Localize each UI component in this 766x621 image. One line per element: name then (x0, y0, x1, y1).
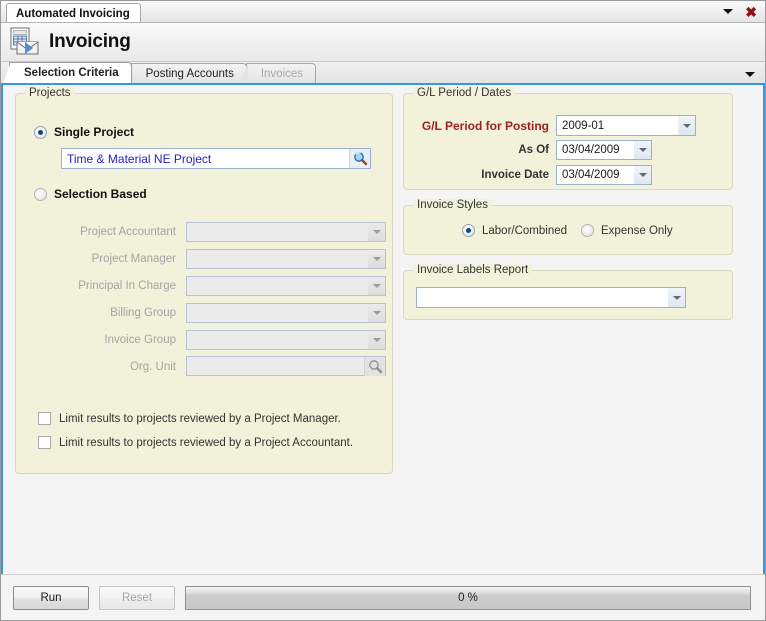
window-tab-label: Automated Invoicing (16, 8, 130, 20)
invoice-labels-report-groupbox: Invoice Labels Report (403, 264, 733, 320)
radio-expense-only-indicator[interactable] (581, 224, 594, 237)
chevron-down-icon (368, 277, 385, 295)
gl-period-dates-groupbox: G/L Period / Dates G/L Period for Postin… (403, 87, 733, 190)
tab-posting-accounts[interactable]: Posting Accounts (124, 63, 247, 83)
gl-period-group-title: G/L Period / Dates (413, 87, 516, 99)
radio-labor-combined-label: Labor/Combined (482, 224, 568, 237)
application-window: Automated Invoicing ✖ Invoicing Selectio… (0, 0, 766, 621)
radio-labor-combined-indicator[interactable] (462, 224, 475, 237)
combo-principal-in-charge (186, 276, 386, 296)
radio-selection-based[interactable]: Selection Based (34, 187, 147, 201)
tab-label: Posting Accounts (145, 68, 234, 80)
chevron-down-icon (368, 331, 385, 349)
combo-project-accountant (186, 222, 386, 242)
label-billing-group: Billing Group (110, 307, 176, 319)
page-title: Invoicing (49, 31, 131, 52)
tabstrip-caret-down-icon[interactable] (745, 72, 755, 77)
tab-strip: Selection Criteria Posting Accounts Invo… (1, 62, 765, 85)
radio-expense-only-label: Expense Only (601, 224, 673, 237)
radio-selection-based-indicator[interactable] (34, 187, 47, 201)
org-unit-magnifier-icon (364, 356, 385, 376)
chevron-down-icon (368, 250, 385, 268)
checkbox-limit-project-manager-box[interactable] (38, 412, 51, 425)
combo-as-of-date[interactable]: 03/04/2009 (556, 140, 652, 160)
tab-label: Selection Criteria (24, 67, 119, 79)
radio-single-project[interactable]: Single Project (34, 125, 134, 139)
combo-invoice-date-value: 03/04/2009 (562, 169, 620, 181)
label-org-unit: Org. Unit (129, 361, 176, 373)
projects-groupbox: Projects Single Project Time & Material … (15, 87, 393, 474)
combo-billing-group (186, 303, 386, 323)
checkbox-limit-project-manager[interactable]: Limit results to projects reviewed by a … (38, 412, 341, 425)
single-project-value: Time & Material NE Project (67, 151, 212, 166)
checkbox-limit-project-accountant-label: Limit results to projects reviewed by a … (59, 436, 354, 449)
window-tab-automated-invoicing[interactable]: Automated Invoicing (6, 3, 141, 22)
tab-selection-criteria[interactable]: Selection Criteria (3, 62, 132, 83)
progress-bar-text: 0 % (458, 591, 478, 604)
invoice-styles-groupbox: Invoice Styles Labor/Combined Expense On… (403, 199, 733, 255)
bottom-action-bar: Run Reset 0 % (1, 574, 765, 620)
invoice-styles-group-title: Invoice Styles (413, 199, 492, 211)
radio-single-project-indicator[interactable] (34, 125, 47, 139)
label-invoice-date: Invoice Date (481, 169, 549, 181)
run-button-label: Run (40, 591, 62, 604)
label-gl-period-for-posting: G/L Period for Posting (421, 119, 549, 133)
content-inner: Projects Single Project Time & Material … (3, 85, 763, 574)
content-area: Projects Single Project Time & Material … (1, 85, 765, 574)
checkbox-limit-project-accountant-box[interactable] (38, 436, 51, 449)
radio-single-project-label: Single Project (54, 125, 135, 139)
tab-label: Invoices (260, 68, 304, 80)
title-bar: Automated Invoicing ✖ (1, 1, 765, 23)
run-button[interactable]: Run (13, 585, 89, 610)
checkbox-limit-project-accountant[interactable]: Limit results to projects reviewed by a … (38, 436, 353, 449)
checkbox-limit-project-manager-label: Limit results to projects reviewed by a … (59, 412, 341, 425)
tab-invoices: Invoices (239, 63, 317, 83)
reset-button: Reset (99, 585, 175, 610)
combo-invoice-group (186, 330, 386, 350)
window-menu-caret-down-icon[interactable] (723, 9, 734, 14)
chevron-down-icon[interactable] (634, 141, 651, 159)
progress-bar: 0 % (185, 585, 751, 610)
radio-labor-combined[interactable]: Labor/Combined (462, 224, 567, 237)
chevron-down-icon (368, 223, 385, 241)
label-invoice-group: Invoice Group (104, 334, 176, 346)
chevron-down-icon[interactable] (634, 166, 651, 184)
combo-gl-period-for-posting[interactable]: 2009-01 (556, 115, 696, 136)
chevron-down-icon[interactable] (678, 116, 695, 135)
combo-gl-period-value: 2009-01 (562, 119, 605, 132)
label-as-of: As Of (518, 144, 549, 156)
combo-invoice-labels-report[interactable] (416, 287, 686, 308)
single-project-lookup-field[interactable]: Time & Material NE Project (61, 148, 371, 169)
invoice-labels-report-group-title: Invoice Labels Report (413, 264, 533, 276)
radio-selection-based-label: Selection Based (54, 187, 147, 201)
close-icon[interactable]: ✖ (743, 5, 759, 19)
reset-button-label: Reset (121, 591, 153, 604)
combo-as-of-date-value: 03/04/2009 (562, 144, 620, 156)
projects-group-title: Projects (25, 87, 75, 99)
label-project-manager: Project Manager (91, 253, 176, 265)
combo-invoice-date[interactable]: 03/04/2009 (556, 165, 652, 185)
app-header: Invoicing (1, 23, 765, 62)
label-project-accountant: Project Accountant (80, 226, 176, 238)
title-bar-controls: ✖ (723, 1, 759, 22)
lookup-org-unit (186, 356, 386, 376)
invoice-envelope-icon (9, 27, 39, 58)
radio-expense-only[interactable]: Expense Only (581, 224, 673, 237)
chevron-down-icon (368, 304, 385, 322)
single-project-magnifier-icon[interactable] (349, 149, 370, 168)
combo-project-manager (186, 249, 386, 269)
chevron-down-icon[interactable] (668, 288, 685, 307)
label-principal-in-charge: Principal In Charge (78, 280, 176, 292)
